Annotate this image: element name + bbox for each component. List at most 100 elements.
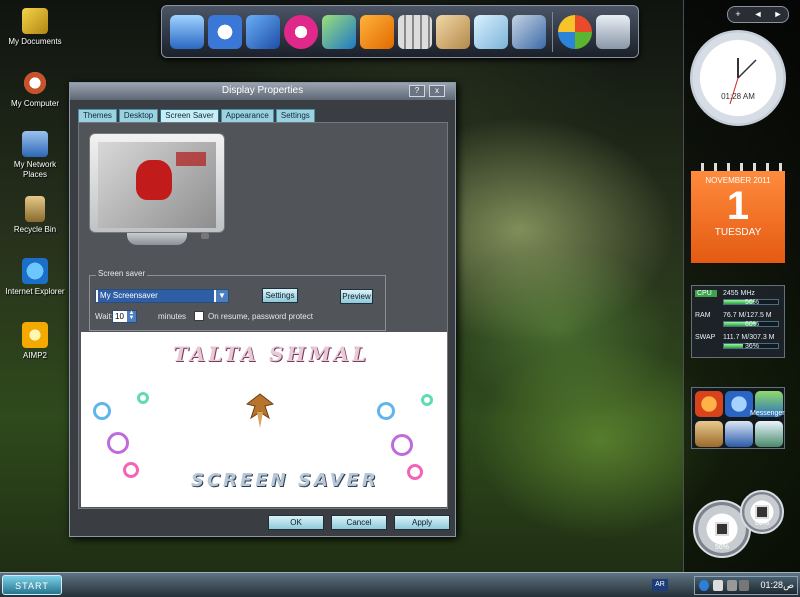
feather-icon[interactable]: [755, 421, 783, 447]
swap-value: 111.7 M/307.3 M: [723, 334, 775, 341]
desktop-icon-label: My Network Places: [13, 160, 57, 179]
desktop-icon-recycle-bin[interactable]: Recycle Bin: [4, 196, 66, 235]
messenger-icon[interactable]: [725, 391, 753, 417]
volume-icon[interactable]: [727, 580, 737, 591]
desktop-icon-label: My Computer: [10, 99, 59, 108]
password-protect-checkbox[interactable]: [194, 311, 204, 321]
desktop-icon-label: Recycle Bin: [13, 225, 57, 234]
screensaver-select[interactable]: My Screensaver ▼: [95, 289, 229, 303]
desktop-icon-label: My Documents: [8, 37, 62, 46]
display-tray-icon[interactable]: [739, 580, 749, 591]
close-button[interactable]: x: [429, 85, 445, 97]
bubble-decoration: [391, 434, 413, 456]
word-icon[interactable]: [725, 421, 753, 447]
tab-themes[interactable]: Themes: [78, 109, 117, 123]
cpu-value: 2455 MHz: [723, 290, 755, 297]
monitor-stand: [127, 233, 187, 245]
swap-label: SWAP: [695, 334, 716, 341]
system-meter-gadget[interactable]: CPU 2455 MHz 56% RAM 76.7 M/127.5 M 60% …: [691, 285, 785, 358]
tab-desktop[interactable]: Desktop: [118, 109, 159, 123]
monitor-preview: [89, 133, 225, 247]
clock-gadget[interactable]: 01:28 AM: [690, 30, 786, 126]
language-indicator[interactable]: AR: [652, 579, 668, 591]
ram-percent: 60%: [745, 321, 760, 328]
gauge-center-icon: [715, 522, 729, 536]
player-icon[interactable]: [360, 15, 394, 49]
computer-icon: [22, 70, 48, 96]
swap-row: SWAP 111.7 M/307.3 M 36%: [695, 334, 781, 356]
ok-button[interactable]: OK: [268, 515, 324, 530]
desktop-icon-aimp2[interactable]: AIMP2: [4, 322, 66, 361]
calendar-body: NOVEMBER 2011 1 TUESDAY: [691, 171, 785, 263]
notepad-icon[interactable]: [474, 15, 508, 49]
internet-explorer-icon: [22, 258, 48, 284]
tab-settings[interactable]: Settings: [275, 109, 315, 123]
network-tray-icon[interactable]: [713, 580, 723, 591]
launcher-gadget: Messenger: [691, 387, 785, 449]
tray-ampm: ص: [783, 580, 794, 590]
book-icon[interactable]: [246, 15, 280, 49]
ram-value: 76.7 M/127.5 M: [723, 312, 772, 319]
next-button[interactable]: ►: [768, 7, 788, 22]
tray-clock[interactable]: 01:28: [760, 580, 783, 590]
ram-label: RAM: [695, 312, 711, 319]
preview-button[interactable]: Preview: [340, 289, 373, 304]
media-icon[interactable]: [322, 15, 356, 49]
desktop-icon-my-computer[interactable]: My Computer: [4, 70, 66, 109]
internet-icon[interactable]: [208, 15, 242, 49]
folder-icon: [22, 8, 48, 34]
cancel-button[interactable]: Cancel: [331, 515, 387, 530]
tab-appearance[interactable]: Appearance: [220, 109, 274, 123]
sidebar-controls: + ◄ ►: [727, 6, 789, 23]
tools-icon[interactable]: [512, 15, 546, 49]
rabbit-icon[interactable]: [695, 421, 723, 447]
ie-icon[interactable]: [284, 15, 318, 49]
desktop-icon-label: Internet Explorer: [5, 287, 65, 296]
previous-button[interactable]: ◄: [748, 7, 768, 22]
network-icon: [22, 131, 48, 157]
bubble-decoration: [421, 394, 433, 406]
calendar-gadget[interactable]: NOVEMBER 2011 1 TUESDAY: [691, 163, 785, 263]
tab-screen-saver[interactable]: Screen Saver: [160, 109, 219, 123]
display-icon[interactable]: [170, 15, 204, 49]
desktop-icon-my-documents[interactable]: My Documents: [4, 8, 66, 47]
password-protect-label: On resume, password protect: [208, 312, 313, 321]
settings-button[interactable]: Settings: [262, 288, 298, 303]
wait-stepper[interactable]: 10 ▲ ▼: [112, 310, 137, 323]
info-icon[interactable]: [699, 580, 709, 591]
calendar-day: 1: [726, 184, 750, 228]
bubble-decoration: [107, 432, 129, 454]
cpu-gauge-value: 56%: [714, 544, 729, 551]
chevron-down-icon[interactable]: ▼: [216, 290, 228, 302]
help-button[interactable]: ?: [409, 85, 425, 97]
screensaver-preview: TALTA SHMAL SCREEN SAVER: [81, 332, 447, 507]
apply-button[interactable]: Apply: [394, 515, 450, 530]
ram-row: RAM 76.7 M/127.5 M 60%: [695, 312, 781, 334]
desktop-icon-internet-explorer[interactable]: Internet Explorer: [4, 258, 66, 297]
calendar-weekday: TUESDAY: [714, 227, 762, 238]
screensaver-group-label: Screen saver: [96, 269, 148, 278]
gauge-center-icon: [755, 505, 769, 519]
calculator-icon[interactable]: [398, 15, 432, 49]
start-button[interactable]: START: [2, 575, 62, 595]
dock-separator: [552, 12, 553, 52]
windows-icon[interactable]: [558, 15, 592, 49]
player-figure: [136, 160, 172, 200]
wait-value: 10: [115, 312, 124, 321]
swap-percent: 36%: [745, 343, 760, 350]
memory-gauge[interactable]: 60%: [740, 490, 784, 534]
desktop-icon-my-network-places[interactable]: My Network Places: [4, 131, 66, 180]
minutes-label: minutes: [158, 312, 187, 321]
firefox-icon[interactable]: [695, 391, 723, 417]
add-gadget-button[interactable]: +: [728, 7, 748, 22]
clock-digital-time: 01:28 AM: [721, 92, 755, 101]
memory-gauge-value: 60%: [754, 520, 769, 527]
paint-icon[interactable]: [436, 15, 470, 49]
stepper-arrows-icon[interactable]: ▲ ▼: [127, 310, 136, 322]
taskbar: START AR 01:28 ص: [0, 572, 800, 597]
window-titlebar[interactable]: Display Properties ? x: [70, 83, 455, 100]
bubble-decoration: [137, 392, 149, 404]
preview-footer: SCREEN SAVER: [191, 470, 379, 491]
trash-icon[interactable]: [596, 15, 630, 49]
eagle-icon: [245, 393, 275, 428]
